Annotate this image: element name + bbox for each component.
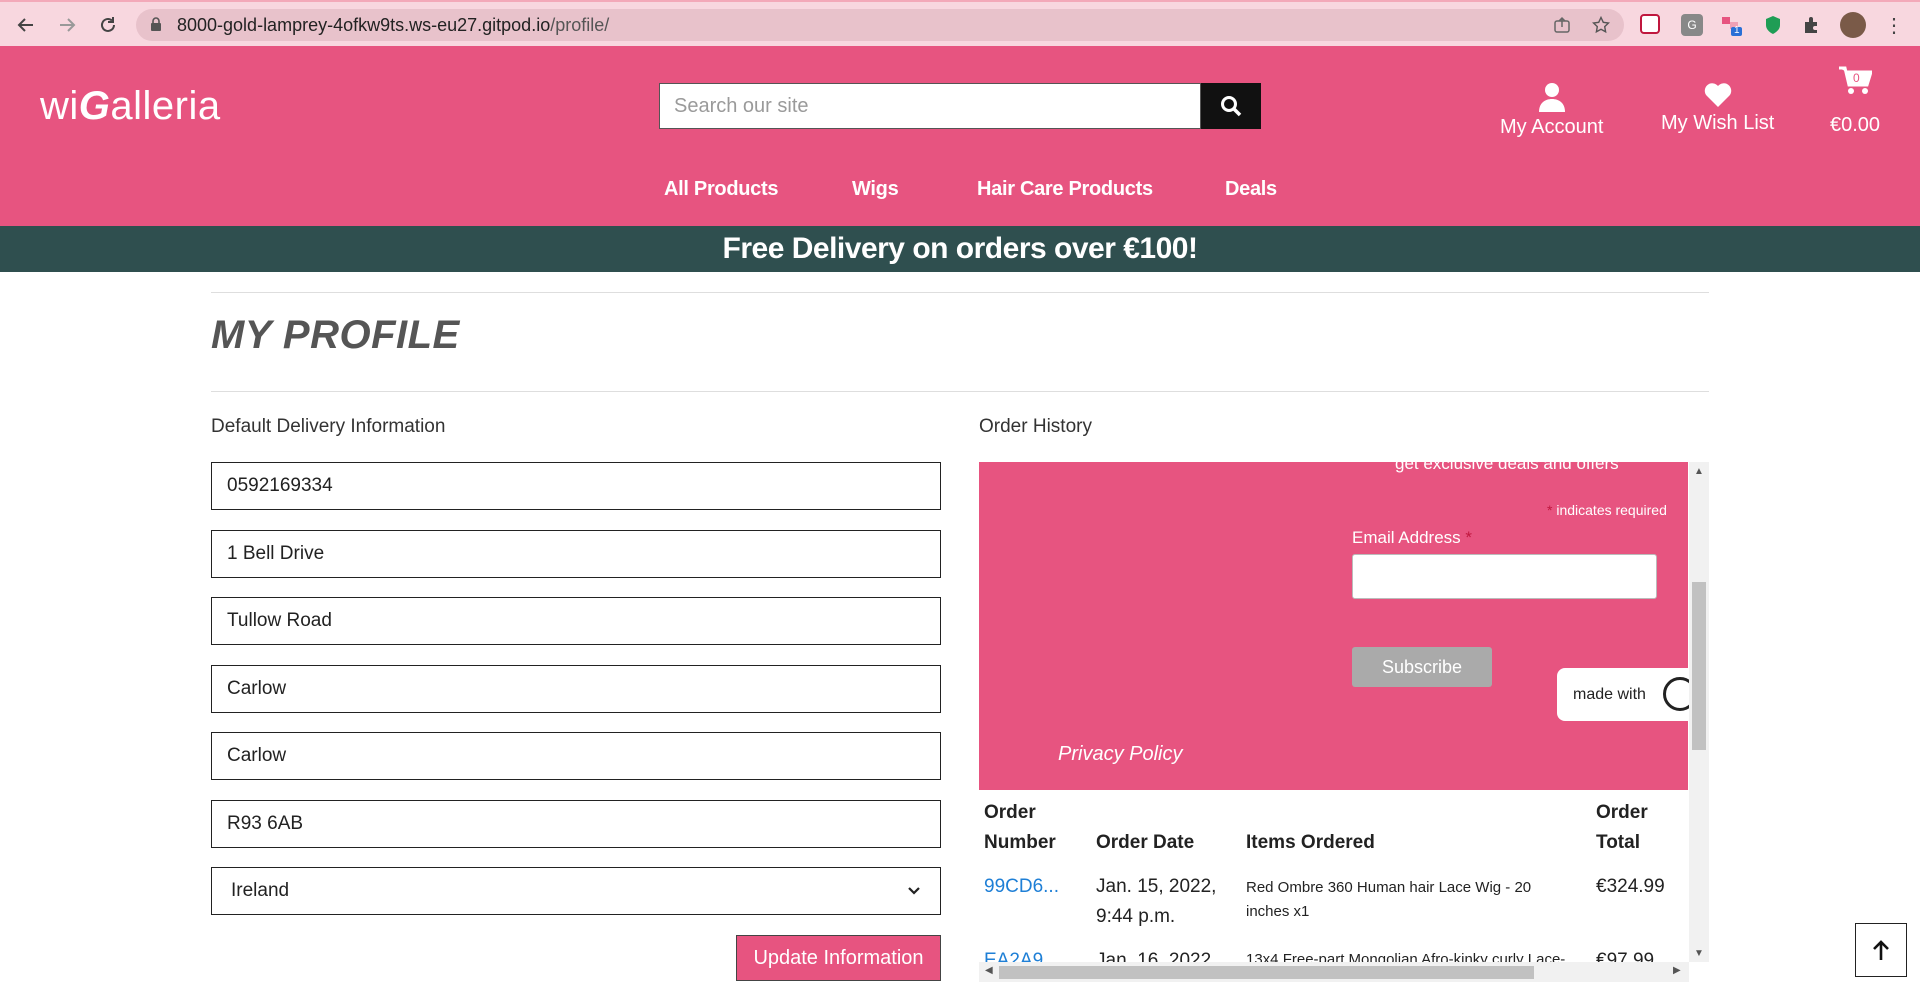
town-field[interactable] [211,665,941,713]
user-icon [1538,83,1565,112]
back-to-top-button[interactable] [1855,923,1907,977]
star-icon[interactable] [1590,14,1612,36]
scroll-right-arrow-icon[interactable]: ▶ [1673,965,1681,976]
nav-all-products[interactable]: All Products [664,178,779,201]
site-header: wiGalleria My Account My Wish List 0 €0.… [0,46,1920,226]
arrow-up-icon [1873,940,1889,960]
newsletter-signup: get exclusive deals and offers * indicat… [979,462,1688,790]
header-items-ordered: Items Ordered [1246,832,1375,853]
extension-g-icon[interactable]: G [1681,14,1703,36]
lock-icon [151,17,161,31]
cart-total: €0.00 [1830,114,1881,136]
wishlist-label: My Wish List [1661,112,1775,134]
vertical-scroll-thumb[interactable] [1692,582,1706,750]
my-account-label: My Account [1500,116,1604,138]
share-icon[interactable] [1551,14,1573,36]
newsletter-tagline: get exclusive deals and offers [1395,462,1619,473]
puzzle-icon[interactable] [1801,14,1823,36]
order-history-pane[interactable]: get exclusive deals and offers * indicat… [979,462,1709,982]
email-label: Email Address * [1352,528,1473,547]
order-number-link[interactable]: 99CD6... [984,872,1059,902]
search-form [659,83,1261,129]
back-arrow-icon[interactable] [12,11,40,39]
country-select-value: Ireland [231,880,290,901]
nav-wigs[interactable]: Wigs [852,178,899,201]
order-total: €324.99 [1596,876,1665,897]
header-order-date: Order Date [1096,832,1195,853]
cart-link[interactable]: 0 €0.00 [1830,66,1880,137]
cart-count: 0 [1853,71,1860,85]
scroll-up-arrow-icon[interactable]: ▲ [1694,466,1704,477]
search-input[interactable] [659,83,1201,129]
chevron-down-icon [908,887,920,895]
scroll-down-arrow-icon[interactable]: ▼ [1694,948,1704,959]
vertical-scrollbar[interactable]: ▲ ▼ [1689,462,1709,962]
horizontal-scrollbar[interactable]: ◀ ▶ [979,962,1689,982]
country-select[interactable]: Ireland [211,867,941,915]
site-logo[interactable]: wiGalleria [40,84,221,129]
extension-green-shield-icon[interactable] [1762,14,1784,36]
url-text[interactable]: 8000-gold-lamprey-4ofkw9ts.ws-eu27.gitpo… [177,15,609,36]
forward-arrow-icon[interactable] [53,11,81,39]
divider [211,391,1709,392]
main-nav: All Products Wigs Hair Care Products Dea… [0,178,1920,214]
header-order-number: Order Number [984,802,1056,853]
privacy-policy-link[interactable]: Privacy Policy [1058,743,1182,766]
my-account-link[interactable]: My Account [1500,82,1603,139]
nav-hair-care-products[interactable]: Hair Care Products [977,178,1153,201]
order-date: Jan. 15, 2022, 9:44 p.m. [1096,876,1217,927]
horizontal-scroll-thumb[interactable] [999,966,1534,979]
divider [211,292,1709,293]
extension-shield-icon[interactable] [1640,14,1660,34]
newsletter-email-input[interactable] [1352,554,1657,599]
free-delivery-banner: Free Delivery on orders over €100! [0,226,1920,272]
browser-toolbar: 8000-gold-lamprey-4ofkw9ts.ws-eu27.gitpo… [0,0,1920,46]
header-order-total: Order Total [1596,802,1648,853]
menu-dots-icon[interactable]: ⋮ [1883,14,1905,37]
county-field[interactable] [211,732,941,780]
reload-icon[interactable] [94,11,122,39]
required-note: * indicates required [1547,502,1667,518]
made-with-badge[interactable]: made with [1557,668,1707,721]
street-address-1-field[interactable] [211,530,941,578]
order-history-heading: Order History [979,416,1092,437]
scroll-left-arrow-icon[interactable]: ◀ [985,965,993,976]
update-information-button[interactable]: Update Information [736,935,941,981]
extension-tab-icon[interactable]: 1 [1720,14,1742,36]
items-ordered: Red Ombre 360 Human hair Lace Wig - 20 in… [1246,879,1532,920]
search-icon [1221,96,1242,117]
made-with-label: made with [1573,686,1646,703]
nav-deals[interactable]: Deals [1225,178,1277,201]
wishlist-link[interactable]: My Wish List [1661,82,1774,135]
profile-avatar[interactable] [1840,12,1866,38]
postcode-field[interactable] [211,800,941,848]
phone-field[interactable] [211,462,941,510]
heart-icon [1704,83,1731,107]
cart-icon: 0 [1838,66,1874,96]
delivery-info-heading: Default Delivery Information [211,416,446,437]
subscribe-button[interactable]: Subscribe [1352,647,1492,687]
street-address-2-field[interactable] [211,597,941,645]
search-button[interactable] [1201,83,1261,129]
page-title: MY PROFILE [211,313,460,357]
